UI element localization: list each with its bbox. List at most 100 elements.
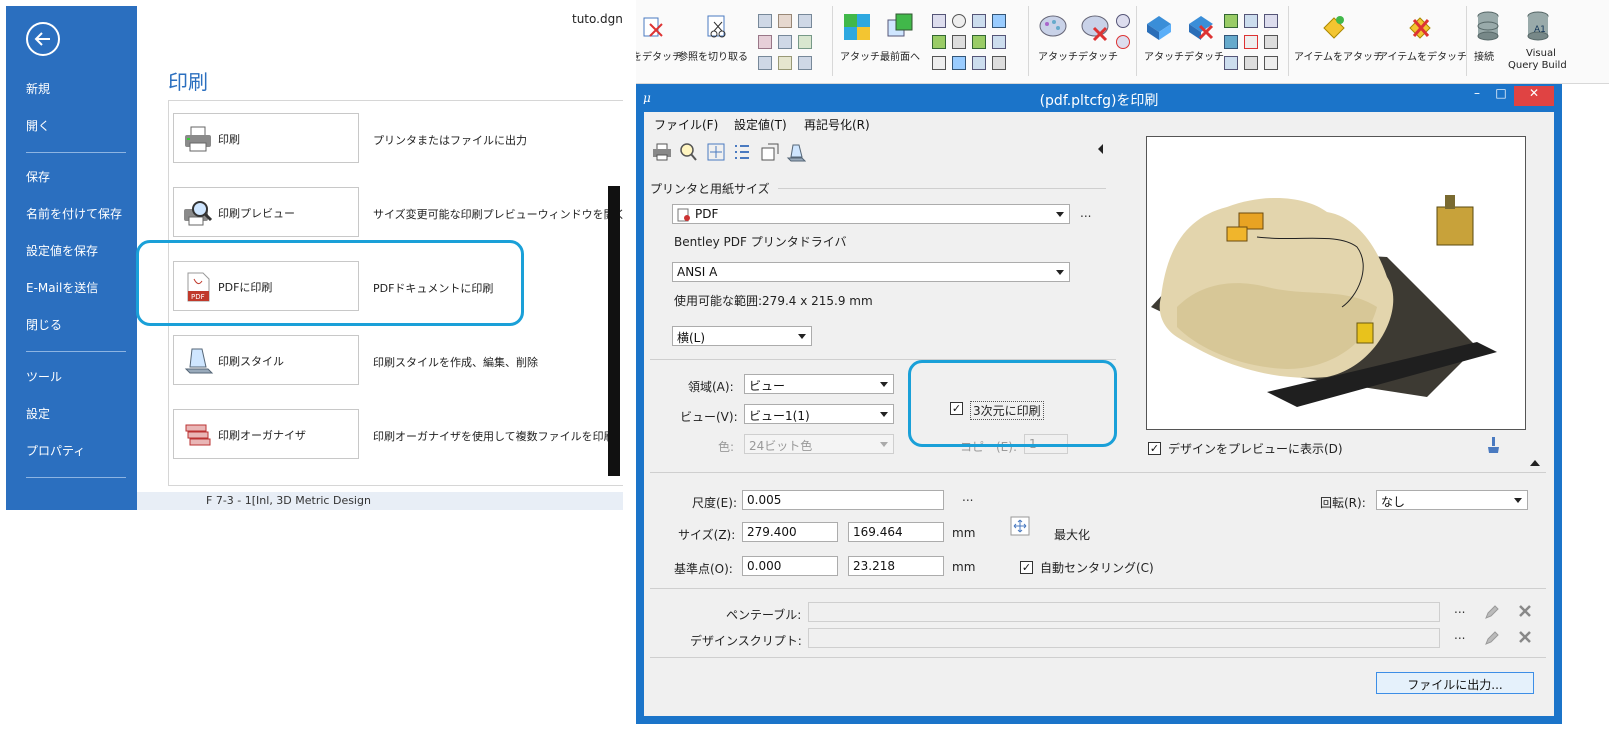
attach-item-icon[interactable] — [1320, 12, 1348, 42]
ribbon-attach-item[interactable]: アイテムをアタッチ — [1294, 48, 1383, 63]
scale-browse-button[interactable]: ... — [962, 490, 973, 504]
mesh-attach-icon[interactable] — [1144, 12, 1174, 42]
minimize-button[interactable]: – — [1466, 86, 1488, 106]
bring-to-front-icon[interactable] — [886, 12, 914, 42]
print-3d-checkbox[interactable]: ✓ — [950, 402, 963, 415]
ribbon-pointcloud-detach[interactable]: デタッチ — [1078, 48, 1118, 63]
ref-tool-icon[interactable] — [778, 56, 792, 70]
edit-pencil-icon[interactable] — [1484, 604, 1500, 620]
clear-icon[interactable] — [1518, 604, 1532, 618]
nav-open[interactable]: 開く — [26, 117, 50, 134]
nav-close[interactable]: 閉じる — [26, 316, 62, 333]
nav-save-as[interactable]: 名前を付けて保存 — [26, 205, 122, 222]
database-connect-icon[interactable] — [1476, 10, 1500, 42]
maximize-button[interactable]: □ — [1490, 86, 1512, 106]
ref-tool-icon[interactable] — [758, 14, 772, 28]
pen-table-browse-button[interactable]: ... — [1454, 602, 1465, 616]
brush-icon[interactable] — [1486, 436, 1500, 454]
ribbon-detach-ref[interactable]: をデタッチ — [636, 48, 682, 63]
preview-icon[interactable] — [678, 142, 698, 162]
maximize-label[interactable]: 最大化 — [1054, 526, 1090, 543]
raster-tool-icon[interactable] — [932, 35, 946, 49]
nav-send-email[interactable]: E-Mailを送信 — [26, 279, 98, 296]
area-select[interactable]: ビュー — [744, 374, 894, 394]
mesh-tool-icon[interactable] — [1264, 14, 1278, 28]
ribbon-pointcloud-attach[interactable]: アタッチ — [1038, 48, 1078, 63]
printer-icon[interactable] — [652, 142, 672, 162]
ribbon-detach-item[interactable]: アイテムをデタッチ — [1378, 48, 1467, 63]
detach-item-icon[interactable] — [1406, 12, 1434, 42]
maximize-icon[interactable] — [1010, 516, 1030, 536]
raster-tool-icon[interactable] — [932, 14, 946, 28]
show-design-in-preview-checkbox[interactable]: ✓ — [1148, 442, 1161, 455]
ref-tool-icon[interactable] — [798, 14, 812, 28]
ribbon-bring-front[interactable]: 最前面へ — [880, 48, 920, 63]
close-button[interactable]: ✕ — [1514, 86, 1554, 106]
point-cloud-detach-icon[interactable] — [1080, 12, 1110, 42]
pen-table-icon[interactable] — [786, 142, 806, 162]
ribbon-clip-reference[interactable]: 参照を切り取る — [678, 48, 748, 63]
raster-attach-icon[interactable] — [842, 12, 872, 42]
nav-properties[interactable]: プロパティ — [26, 442, 85, 459]
menu-file[interactable]: ファイル(F) — [654, 116, 718, 133]
ref-tool-icon[interactable] — [758, 56, 772, 70]
nav-settings[interactable]: 設定 — [26, 405, 50, 422]
raster-tool-icon[interactable] — [992, 56, 1006, 70]
pointcloud-tool-icon[interactable] — [1116, 14, 1130, 28]
rotation-select[interactable]: なし — [1376, 490, 1528, 510]
raster-tool-icon[interactable] — [952, 56, 966, 70]
printer-browse-button[interactable]: ... — [1080, 206, 1091, 220]
mesh-tool-icon[interactable] — [1224, 35, 1238, 49]
paper-size-select[interactable]: ANSI A — [672, 262, 1070, 282]
mesh-tool-icon[interactable] — [1264, 35, 1278, 49]
orientation-select[interactable]: 横(L) — [672, 326, 812, 346]
ribbon-raster-attach[interactable]: アタッチ — [840, 48, 880, 63]
design-script-input[interactable] — [808, 628, 1440, 648]
raster-tool-icon[interactable] — [972, 14, 986, 28]
raster-tool-icon[interactable] — [992, 14, 1006, 28]
print-attributes-icon[interactable] — [760, 142, 780, 162]
raster-tool-icon[interactable] — [952, 35, 966, 49]
nav-save-settings[interactable]: 設定値を保存 — [26, 242, 98, 259]
ribbon-mesh-attach[interactable]: アタッチ — [1144, 48, 1184, 63]
ribbon-visual[interactable]: Visual — [1526, 48, 1556, 59]
mesh-tool-icon[interactable] — [1244, 14, 1258, 28]
visual-query-icon[interactable]: A1 — [1526, 10, 1552, 42]
mesh-tool-icon[interactable] — [1264, 56, 1278, 70]
print-style-button[interactable]: 印刷スタイル — [173, 335, 359, 385]
ref-tool-icon[interactable] — [798, 56, 812, 70]
printer-select[interactable]: PDF — [672, 204, 1070, 224]
mesh-tool-icon[interactable] — [1224, 56, 1238, 70]
print-preview-button[interactable]: 印刷プレビュー — [173, 187, 359, 237]
ref-tool-icon[interactable] — [778, 35, 792, 49]
print-to-file-button[interactable]: ファイルに出力... — [1376, 672, 1534, 694]
raster-tool-icon[interactable] — [952, 14, 966, 28]
detach-reference-icon[interactable] — [642, 14, 664, 40]
raster-tool-icon[interactable] — [972, 35, 986, 49]
origin-x-input[interactable]: 0.000 — [742, 556, 838, 576]
raster-tool-icon[interactable] — [932, 56, 946, 70]
pen-table-input[interactable] — [808, 602, 1440, 622]
raster-tool-icon[interactable] — [972, 56, 986, 70]
ref-tool-icon[interactable] — [758, 35, 772, 49]
clip-reference-icon[interactable] — [704, 14, 730, 42]
size-width-input[interactable]: 279.400 — [742, 522, 838, 542]
auto-center-checkbox[interactable]: ✓ — [1020, 561, 1033, 574]
back-button[interactable] — [26, 22, 60, 56]
dialog-titlebar[interactable]: μ (pdf.pltcfg)を印刷 – □ ✕ — [636, 84, 1562, 112]
menu-resymbolize[interactable]: 再記号化(R) — [804, 116, 870, 133]
collapse-section-arrow[interactable] — [1530, 460, 1540, 466]
design-script-browse-button[interactable]: ... — [1454, 628, 1465, 642]
mesh-tool-icon[interactable] — [1244, 35, 1258, 49]
origin-y-input[interactable]: 23.218 — [848, 556, 944, 576]
size-height-input[interactable]: 169.464 — [848, 522, 944, 542]
mesh-tool-icon[interactable] — [1224, 14, 1238, 28]
mesh-detach-icon[interactable] — [1186, 12, 1216, 42]
print-button[interactable]: 印刷 — [173, 113, 359, 163]
ribbon-connect[interactable]: 接続 — [1474, 48, 1494, 63]
fit-area-icon[interactable] — [706, 142, 726, 162]
view-select[interactable]: ビュー1(1) — [744, 404, 894, 424]
clear-icon[interactable] — [1518, 630, 1532, 644]
edit-pencil-icon[interactable] — [1484, 630, 1500, 646]
point-cloud-attach-icon[interactable] — [1038, 12, 1068, 42]
